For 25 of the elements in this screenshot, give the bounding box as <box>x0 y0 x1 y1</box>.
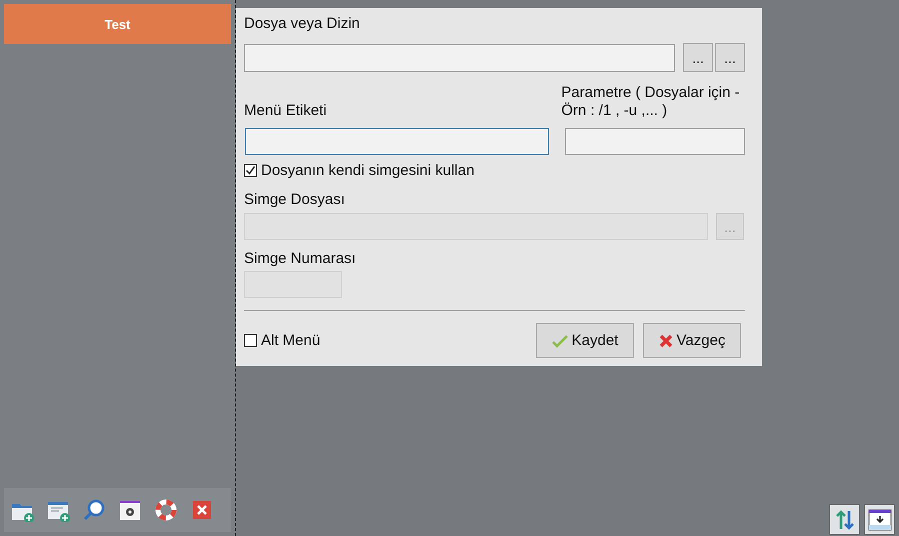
field-label: Simge Dosyası <box>244 191 346 209</box>
field-label: Dosya veya Dizin <box>244 15 361 33</box>
close-icon[interactable] <box>190 498 214 522</box>
search-icon[interactable] <box>82 498 106 522</box>
cancel-button[interactable]: Vazgeç <box>643 323 741 358</box>
parameter-field[interactable] <box>565 128 745 155</box>
browse-button[interactable]: ... <box>683 43 714 72</box>
sort-button[interactable] <box>829 504 860 535</box>
up-down-arrows-icon <box>834 508 856 530</box>
download-window-button[interactable] <box>864 504 895 535</box>
save-button[interactable]: Kaydet <box>536 323 634 358</box>
field-label: Parametre ( Dosyalar için - Örn : /1 , -u ,... ) <box>561 84 741 120</box>
browse-button[interactable]: ... <box>715 43 745 72</box>
check-icon <box>552 334 568 348</box>
checkbox[interactable] <box>244 334 257 347</box>
checkbox-label: Alt Menü <box>261 332 320 349</box>
settings-window-icon[interactable] <box>118 498 142 522</box>
checkbox[interactable] <box>244 164 257 177</box>
lifebuoy-icon[interactable] <box>154 498 178 522</box>
field-label: Menü Etiketi <box>244 102 328 120</box>
checkbox-label: Dosyanın kendi simgesini kullan <box>261 162 474 179</box>
menu-label-field[interactable] <box>245 128 549 155</box>
cross-icon <box>658 334 673 348</box>
path-field[interactable] <box>244 44 676 72</box>
field-label: Simge Numarası <box>244 250 357 268</box>
